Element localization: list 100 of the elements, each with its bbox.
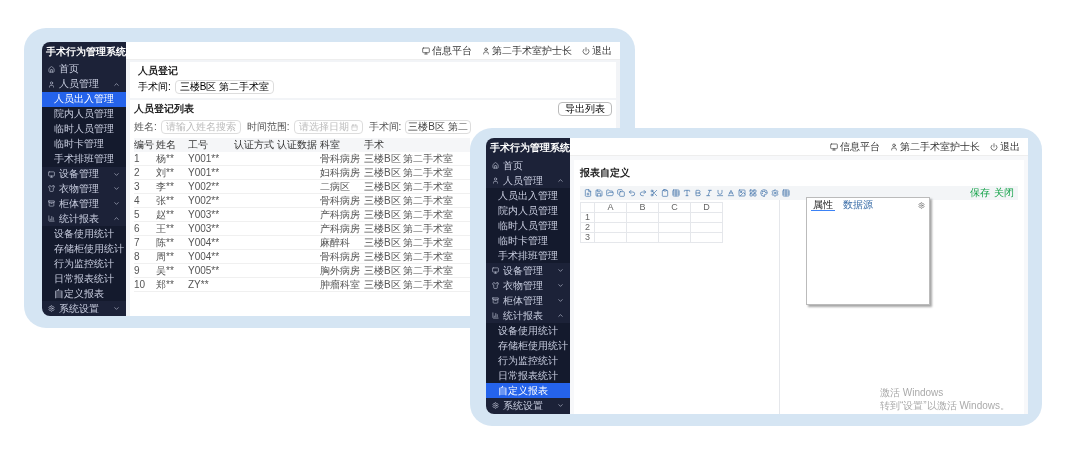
table-icon[interactable] [672,189,680,197]
sidebar-subitem[interactable]: 临时卡管理 [486,233,570,248]
header-link[interactable]: 信息平台 [840,141,880,152]
grid-cell[interactable] [691,233,723,243]
table-cell: Y001** [188,166,220,178]
table-cell: 三楼B区 第二手术室 [364,236,454,248]
sidebar-subitem[interactable]: 自定义报表 [486,383,570,398]
sidebar-item[interactable]: 首页 [42,61,126,77]
sidebar-item[interactable]: 设备管理 [486,263,570,278]
sidebar-item[interactable]: 统计报表 [486,308,570,323]
table-cell: 10 [134,278,146,290]
sidebar-subitem[interactable]: 临时人员管理 [42,121,126,137]
sidebar-item[interactable]: 首页 [486,158,570,173]
sidebar-item[interactable]: 系统设置 [42,301,126,316]
page-title: 报表自定义 [580,168,631,178]
underline-icon[interactable] [716,189,724,197]
bold-icon[interactable] [694,189,702,197]
grid-cell[interactable] [595,223,627,233]
panel-tab[interactable]: 属性 [811,199,835,211]
palette-icon[interactable] [760,189,768,197]
room-select[interactable]: 三楼B区 第二手术室 [174,80,275,94]
sidebar-subitem[interactable]: 人员出入管理 [42,91,126,107]
table-icon[interactable] [782,189,790,197]
sidebar-subitem[interactable]: 院内人员管理 [42,106,126,122]
table-cell: 王** [156,222,174,234]
header-link[interactable]: 信息平台 [432,45,472,56]
clipboard-icon[interactable] [661,189,669,197]
sidebar-subitem[interactable]: 临时卡管理 [42,136,126,152]
sidebar-item[interactable]: 柜体管理 [42,196,126,212]
sidebar-subitem[interactable]: 设备使用统计 [42,226,126,242]
sidebar-item[interactable]: 系统设置 [486,398,570,413]
sidebar-item[interactable]: 统计报表 [42,211,126,227]
power-icon [990,142,998,151]
italic-icon[interactable] [705,189,713,197]
sidebar-subitem[interactable]: 日常报表统计 [486,368,570,383]
grid-cell[interactable] [595,233,627,243]
image-icon[interactable] [738,189,746,197]
grid-cell[interactable] [627,233,659,243]
grid-cell[interactable] [691,223,723,233]
header-link[interactable]: 退出 [1000,141,1020,152]
column-header: 科室 [320,140,341,150]
folder-icon[interactable] [606,189,614,197]
table-cell: 6 [134,222,140,234]
table-cell: 刘** [156,166,174,178]
table-cell: 7 [134,236,140,248]
grid-cell[interactable] [659,223,691,233]
sidebar-subitem[interactable]: 手术排班管理 [486,248,570,263]
sidebar-subitem[interactable]: 院内人员管理 [486,203,570,218]
table-cell: Y004** [188,250,220,262]
sidebar-item[interactable]: 柜体管理 [486,293,570,308]
table-cell: 张** [156,194,174,206]
panel-tab[interactable]: 数据源 [841,200,875,210]
table-cell: 三楼B区 第二手术室 [364,278,454,290]
sidebar-subitem[interactable]: 行为监控统计 [486,353,570,368]
shirt-icon [48,185,55,193]
filter-label: 姓名: [134,122,157,132]
grid-cell[interactable] [627,213,659,223]
save-icon[interactable] [595,189,603,197]
grid-icon[interactable] [749,189,757,197]
scissors-icon[interactable] [650,189,658,197]
table-cell: 妇科病房 [320,166,360,178]
copy-icon[interactable] [617,189,625,197]
undo-icon[interactable] [628,189,636,197]
grid-cell[interactable] [659,233,691,243]
table-cell: Y001** [188,152,220,164]
header-link[interactable]: 第二手术室护士长 [900,141,980,152]
sidebar-subitem[interactable]: 日常报表统计 [42,271,126,287]
table-cell: 郑** [156,278,174,290]
grid-cell[interactable] [659,213,691,223]
text-color-icon[interactable] [727,189,735,197]
settings-icon[interactable] [918,201,925,209]
grid-cell[interactable] [691,213,723,223]
grid-cell[interactable] [595,213,627,223]
grid-cell[interactable] [627,223,659,233]
sidebar-subitem[interactable]: 自定义报表 [42,286,126,302]
room-select[interactable]: 三楼B区 第二 [405,120,471,134]
header-link[interactable]: 退出 [592,45,612,56]
sidebar-item[interactable]: 衣物管理 [486,278,570,293]
new-file-icon[interactable] [584,189,592,197]
redo-icon[interactable] [639,189,647,197]
header-link[interactable]: 第二手术室护士长 [492,45,572,56]
sidebar-subitem[interactable]: 手术排班管理 [42,151,126,167]
sidebar-subitem[interactable]: 临时人员管理 [486,218,570,233]
table-cell: 骨科病房 [320,250,360,262]
sidebar-subitem[interactable]: 存储柜使用统计 [486,338,570,353]
sidebar-subitem[interactable]: 存储柜使用统计 [42,241,126,257]
table-cell: 2 [134,166,140,178]
settings-icon[interactable] [771,189,779,197]
sidebar-item[interactable]: 衣物管理 [42,181,126,197]
sidebar-subitem[interactable]: 设备使用统计 [486,323,570,338]
table-cell: 三楼B区 第二手术室 [364,180,454,192]
export-button[interactable]: 导出列表 [558,102,612,116]
table-cell: 8 [134,250,140,262]
sidebar-item[interactable]: 设备管理 [42,166,126,182]
font-icon[interactable] [683,189,691,197]
sidebar-item[interactable]: 人员管理 [486,173,570,188]
sidebar-subitem[interactable]: 人员出入管理 [486,188,570,203]
sidebar-subitem[interactable]: 行为监控统计 [42,256,126,272]
sidebar-item[interactable]: 人员管理 [42,76,126,92]
chart-icon [48,215,55,223]
